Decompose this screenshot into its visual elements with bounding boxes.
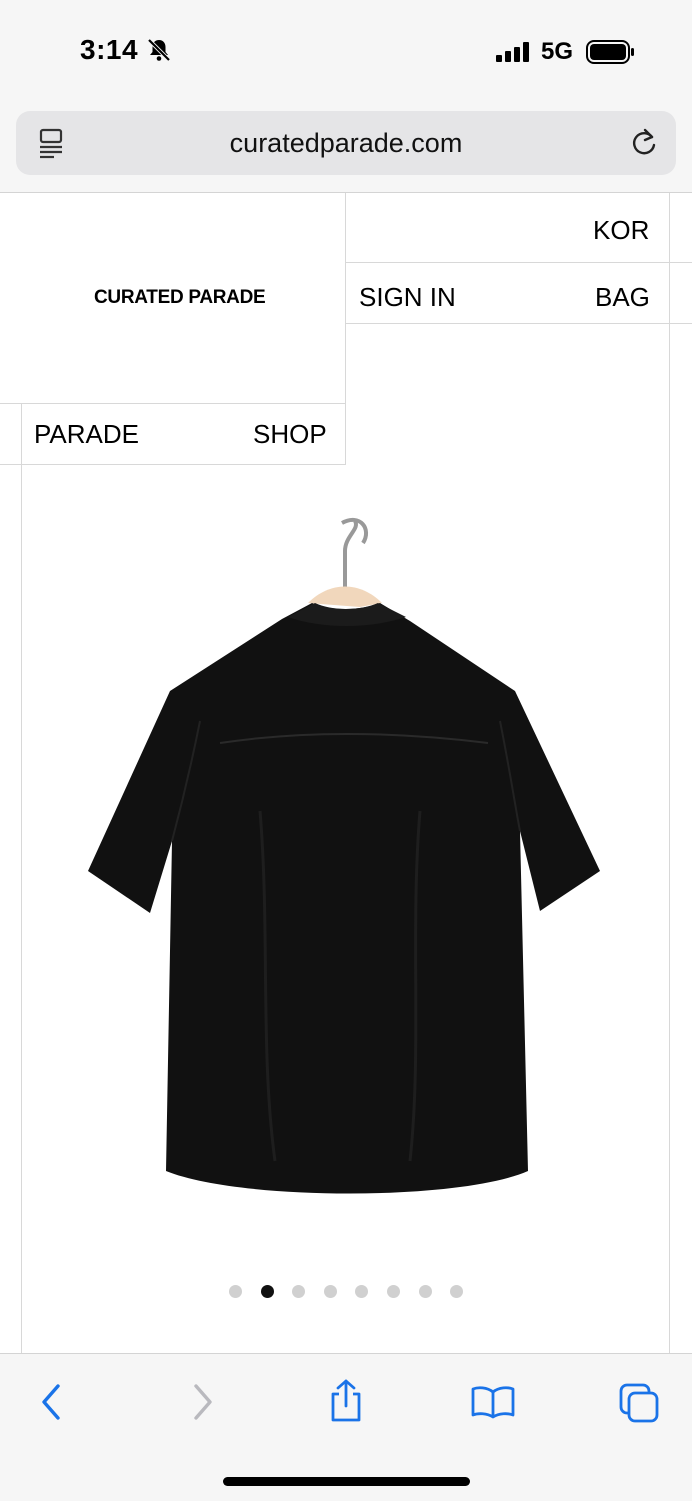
brand-logo[interactable]: CURATED PARADE: [94, 287, 266, 309]
carousel-indicator[interactable]: [0, 1285, 692, 1301]
browser-toolbar: [0, 1353, 692, 1501]
url-text[interactable]: curatedparade.com: [16, 128, 676, 159]
reload-icon[interactable]: [628, 126, 660, 160]
nav-sign-in-link[interactable]: SIGN IN: [359, 282, 456, 313]
home-indicator: [223, 1477, 470, 1486]
carousel-dot[interactable]: [450, 1285, 463, 1298]
share-icon[interactable]: [326, 1378, 366, 1424]
carousel-dot[interactable]: [229, 1285, 242, 1298]
carousel-dot[interactable]: [261, 1285, 274, 1298]
carousel-dot[interactable]: [324, 1285, 337, 1298]
network-label: 5G: [541, 38, 574, 65]
tabs-icon[interactable]: [618, 1382, 660, 1424]
grid-divider: [21, 403, 22, 1353]
carousel-dot[interactable]: [292, 1285, 305, 1298]
bell-slash-icon: [147, 38, 171, 62]
nav-kor-link[interactable]: KOR: [593, 215, 649, 246]
grid-divider: [345, 193, 346, 465]
status-bar: 3:14 5G: [0, 0, 692, 104]
carousel-dot[interactable]: [355, 1285, 368, 1298]
carousel-dot[interactable]: [387, 1285, 400, 1298]
nav-shop-link[interactable]: SHOP: [253, 419, 327, 450]
back-icon[interactable]: [36, 1382, 68, 1422]
forward-icon[interactable]: [186, 1382, 218, 1422]
grid-divider: [669, 193, 670, 1353]
carousel-dot[interactable]: [419, 1285, 432, 1298]
signal-icon: [496, 42, 529, 62]
grid-divider: [345, 262, 692, 263]
nav-bag-link[interactable]: BAG: [595, 282, 650, 313]
grid-divider: [0, 464, 346, 465]
address-bar[interactable]: curatedparade.com: [16, 111, 676, 175]
address-bar-area: curatedparade.com: [0, 104, 692, 193]
nav-parade-link[interactable]: PARADE: [34, 419, 139, 450]
status-time: 3:14: [80, 34, 139, 65]
battery-icon: [586, 40, 634, 64]
web-page: CURATED PARADE KOR SIGN IN BAG PARADE SH…: [0, 193, 692, 1353]
grid-divider: [345, 323, 692, 324]
grid-divider: [0, 403, 346, 404]
product-image[interactable]: [60, 511, 620, 1231]
bookmarks-icon[interactable]: [470, 1384, 516, 1420]
